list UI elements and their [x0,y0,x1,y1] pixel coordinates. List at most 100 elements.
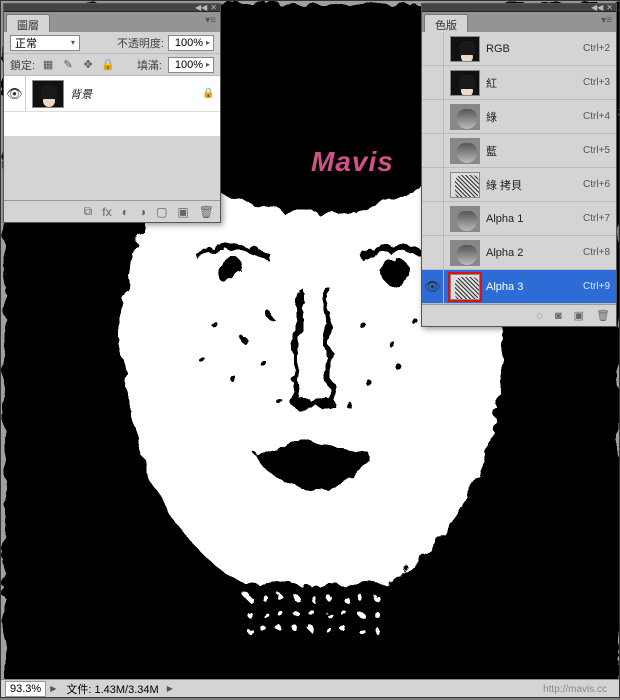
load-selection-icon[interactable]: ◌ [536,310,543,322]
channel-thumbnail[interactable] [450,240,480,266]
lock-icon: 🔒 [202,88,220,99]
lock-fill-row: 鎖定: ▦ ✎ ✥ 🔒 填滿: 100%▸ [4,54,220,76]
visibility-eye-icon[interactable]: 👁 [422,270,444,303]
channel-thumbnail[interactable] [450,70,480,96]
channel-row[interactable]: Alpha 1Ctrl+7 [422,202,616,236]
url-credit: http://mavis.cc [543,684,607,695]
visibility-eye-icon[interactable] [422,134,444,167]
layer-style-icon[interactable]: fx [102,205,111,219]
layer-row[interactable]: 👁 背景 🔒 [4,76,220,112]
layer-name[interactable]: 背景 [70,86,202,102]
blend-opacity-row: 正常 ▾ 不透明度: 100%▸ [4,32,220,54]
channel-row[interactable]: 藍Ctrl+5 [422,134,616,168]
chevron-icon: ▸ [206,38,210,47]
visibility-eye-icon[interactable]: 👁 [4,76,26,111]
channel-shortcut: Ctrl+2 [583,43,610,54]
zoom-input[interactable]: 93.3% [5,681,46,697]
channel-thumbnail[interactable] [450,206,480,232]
panel-menu-icon[interactable]: ▾≡ [205,15,216,26]
save-selection-icon[interactable]: ◙ [555,310,562,322]
opacity-label: 不透明度: [117,35,164,51]
status-bar: 93.3% ▶ 文件: 1.43M/3.34M ▶ [1,679,619,697]
channel-name: Alpha 3 [486,281,583,293]
panel-menu-icon[interactable]: ▾≡ [601,15,612,26]
visibility-eye-icon[interactable] [422,100,444,133]
channel-name: RGB [486,43,583,55]
visibility-eye-icon[interactable] [422,66,444,99]
channel-thumbnail[interactable] [450,36,480,62]
channel-name: 藍 [486,143,583,159]
tab-channels[interactable]: 色版 [424,14,468,32]
channel-shortcut: Ctrl+5 [583,145,610,156]
close-icon[interactable]: ✕ [606,4,613,12]
layers-footer: ⧉ fx ◐ ◑ ▢ ▣ 🗑 [4,200,220,222]
channels-panel[interactable]: ◀◀✕ 色版 ▾≡ RGBCtrl+2紅Ctrl+3綠Ctrl+4藍Ctrl+5… [421,3,617,327]
lock-paint-icon[interactable]: ✎ [61,58,75,72]
channel-row[interactable]: Alpha 2Ctrl+8 [422,236,616,270]
channel-name: 紅 [486,75,583,91]
channel-row[interactable]: 綠 拷貝Ctrl+6 [422,168,616,202]
fill-value: 100% [175,59,203,71]
chevron-down-icon: ▾ [71,38,75,47]
layers-tabbar: 圖層 ▾≡ [4,12,220,32]
channel-name: Alpha 1 [486,213,583,225]
channel-shortcut: Ctrl+4 [583,111,610,122]
layers-empty-area [4,136,220,200]
visibility-eye-icon[interactable] [422,202,444,235]
lock-transparent-icon[interactable]: ▦ [41,58,55,72]
chevron-icon: ▸ [206,60,210,69]
channel-shortcut: Ctrl+6 [583,179,610,190]
trash-icon[interactable]: 🗑 [199,205,214,219]
layer-thumbnail[interactable] [32,80,64,108]
channels-list: RGBCtrl+2紅Ctrl+3綠Ctrl+4藍Ctrl+5綠 拷貝Ctrl+6… [422,32,616,304]
zoom-arrow-icon[interactable]: ▶ [50,684,56,693]
opacity-input[interactable]: 100%▸ [168,35,214,51]
channels-footer: ◌ ◙ ▣ 🗑 [422,304,616,326]
channel-row[interactable]: 👁 Alpha 3Ctrl+9 [422,270,616,304]
panel-collapse-bar[interactable]: ◀◀✕ [422,4,616,12]
opacity-value: 100% [175,37,203,49]
link-layers-icon[interactable]: ⧉ [84,204,93,219]
panel-collapse-bar[interactable]: ◀◀✕ [4,4,220,12]
tab-layers[interactable]: 圖層 [6,14,50,32]
channel-thumbnail[interactable] [450,104,480,130]
channels-tabbar: 色版 ▾≡ [422,12,616,32]
channel-name: 綠 拷貝 [486,177,583,193]
lock-label: 鎖定: [10,57,35,73]
visibility-eye-icon[interactable] [422,236,444,269]
channel-shortcut: Ctrl+8 [583,247,610,258]
blend-mode-value: 正常 [15,35,37,51]
channel-shortcut: Ctrl+9 [583,281,610,292]
channel-name: 綠 [486,109,583,125]
visibility-eye-icon[interactable] [422,168,444,201]
lock-move-icon[interactable]: ✥ [81,58,95,72]
channel-row[interactable]: 紅Ctrl+3 [422,66,616,100]
group-folder-icon[interactable]: ▢ [156,205,167,219]
collapse-icon: ◀◀ [195,4,207,12]
new-channel-icon[interactable]: ▣ [574,309,584,322]
new-layer-icon[interactable]: ▣ [177,205,188,219]
layer-mask-icon[interactable]: ◐ [122,205,129,219]
blend-mode-select[interactable]: 正常 ▾ [10,35,80,51]
channel-thumbnail[interactable] [450,274,480,300]
trash-icon[interactable]: 🗑 [596,309,610,322]
channel-shortcut: Ctrl+7 [583,213,610,224]
layers-list: 👁 背景 🔒 [4,76,220,136]
adjustment-layer-icon[interactable]: ◑ [139,205,146,219]
close-icon[interactable]: ✕ [210,4,217,12]
layers-panel[interactable]: ◀◀✕ 圖層 ▾≡ 正常▾ 不透明度: 100%▸ 鎖定: ▦ ✎ ✥ 🔒 填滿… [3,3,221,223]
collapse-icon: ◀◀ [591,4,603,12]
file-info: 文件: 1.43M/3.34M [66,681,158,697]
lock-all-icon[interactable]: 🔒 [101,58,115,72]
visibility-eye-icon[interactable] [422,32,444,65]
channel-row[interactable]: 綠Ctrl+4 [422,100,616,134]
channel-row[interactable]: RGBCtrl+2 [422,32,616,66]
file-info-arrow-icon[interactable]: ▶ [167,684,173,693]
channel-name: Alpha 2 [486,247,583,259]
channel-thumbnail[interactable] [450,138,480,164]
channel-thumbnail[interactable] [450,172,480,198]
fill-input[interactable]: 100%▸ [168,57,214,73]
watermark-text: Mavis [311,146,394,178]
fill-label: 填滿: [137,57,162,73]
channel-shortcut: Ctrl+3 [583,77,610,88]
